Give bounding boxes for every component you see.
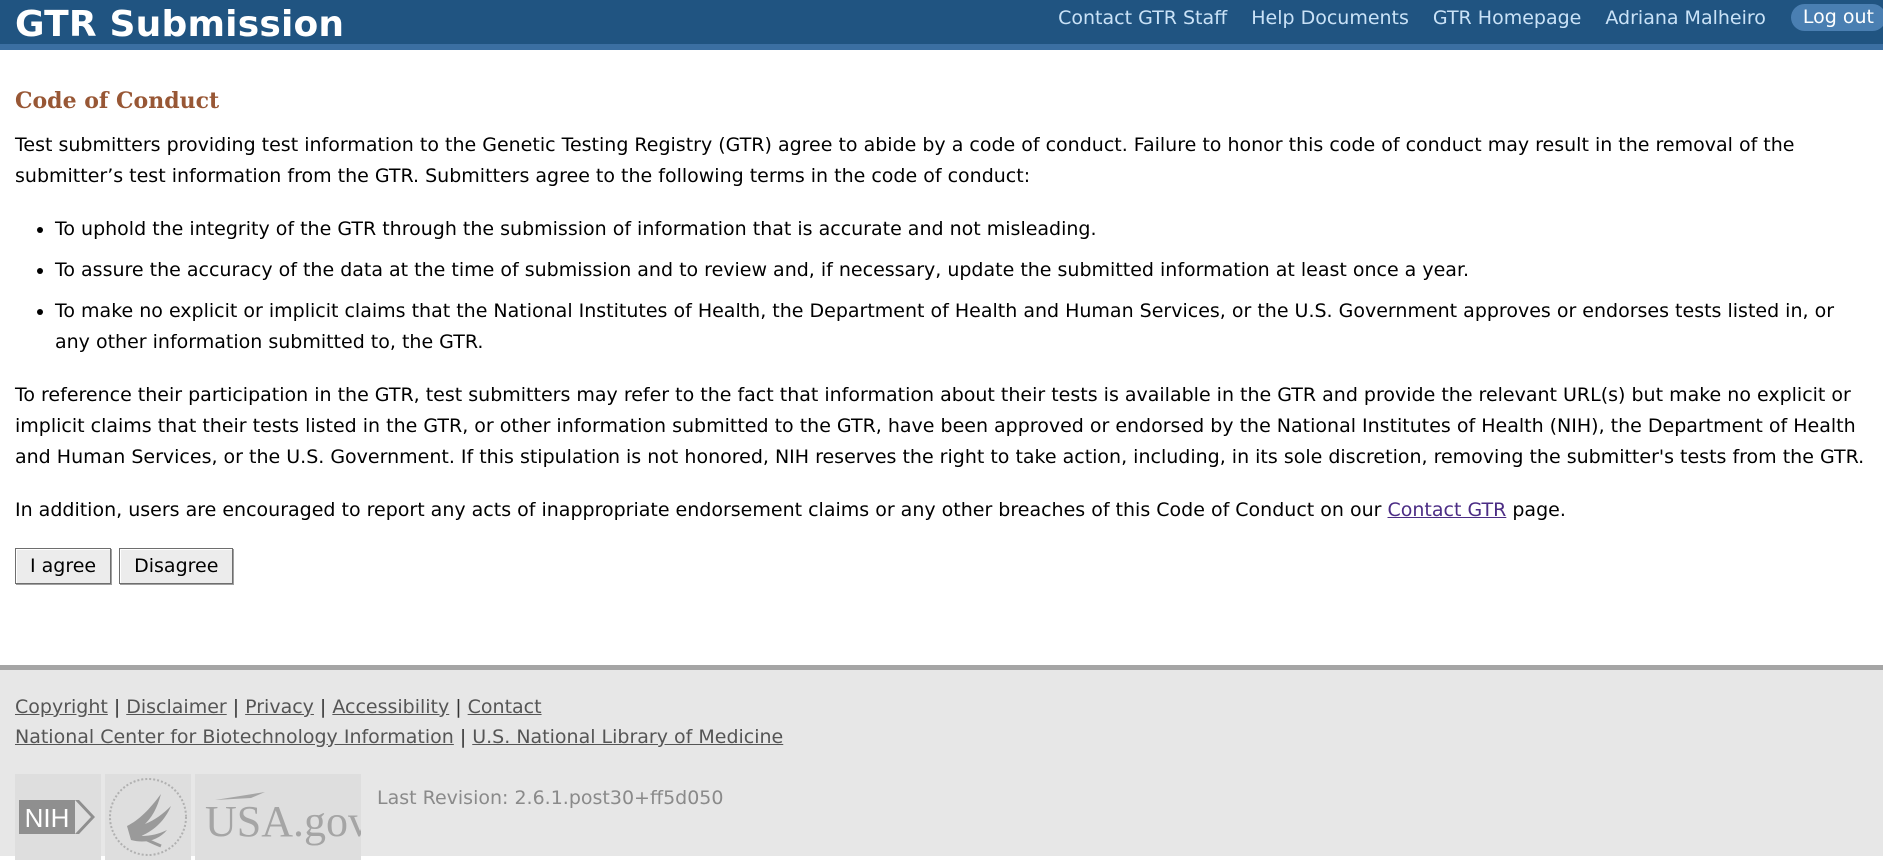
- nih-logo-text: NIH: [25, 803, 70, 833]
- link-separator: |: [455, 696, 462, 718]
- agree-button[interactable]: I agree: [15, 548, 112, 584]
- site-header: GTR Submission Contact GTR Staff Help Do…: [0, 0, 1883, 50]
- footer-links-row-1: Copyright | Disclaimer | Privacy | Accessibili…: [15, 692, 783, 722]
- logout-button[interactable]: Log out: [1790, 4, 1883, 31]
- page-title: Code of Conduct: [15, 88, 220, 114]
- link-separator: |: [232, 696, 240, 718]
- ncbi-link[interactable]: National Center for Biotechnology Inform…: [15, 726, 454, 748]
- footer-logos: NIH USA.gov: [15, 774, 361, 860]
- copyright-link[interactable]: Copyright: [15, 696, 108, 718]
- nih-logo[interactable]: NIH: [15, 774, 101, 860]
- hhs-eagle-icon: [109, 778, 187, 856]
- nih-logo-icon: NIH: [19, 800, 95, 834]
- report-text-suffix: page.: [1506, 499, 1566, 521]
- site-footer: Copyright | Disclaimer | Privacy | Accessibili…: [0, 665, 1883, 860]
- contact-gtr-link[interactable]: Contact GTR: [1388, 499, 1507, 521]
- disagree-button[interactable]: Disagree: [119, 548, 234, 584]
- user-name: Adriana Malheiro: [1605, 6, 1766, 29]
- help-documents-link[interactable]: Help Documents: [1251, 7, 1409, 29]
- reference-paragraph: To reference their participation in the …: [15, 384, 1865, 468]
- footer-links-row-2: National Center for Biotechnology Inform…: [15, 722, 783, 752]
- privacy-link[interactable]: Privacy: [245, 696, 314, 718]
- contact-gtr-staff-link[interactable]: Contact GTR Staff: [1058, 7, 1227, 29]
- intro-paragraph: Test submitters providing test informati…: [15, 134, 1795, 187]
- disclaimer-link[interactable]: Disclaimer: [126, 696, 226, 718]
- hhs-logo[interactable]: [105, 774, 191, 860]
- list-item: To assure the accuracy of the data at th…: [55, 255, 1865, 286]
- gtr-homepage-link[interactable]: GTR Homepage: [1433, 7, 1581, 29]
- agreement-buttons: I agree Disagree: [15, 548, 1865, 584]
- link-separator: |: [459, 726, 467, 748]
- link-separator: |: [319, 696, 327, 718]
- usa-gov-logo-text: USA.gov: [205, 797, 361, 846]
- footer-links: Copyright | Disclaimer | Privacy | Accessibili…: [15, 692, 783, 752]
- contact-link[interactable]: Contact: [468, 696, 542, 718]
- header-nav: Contact GTR Staff Help Documents GTR Hom…: [1058, 4, 1883, 31]
- report-paragraph: In addition, users are encouraged to rep…: [15, 495, 1865, 526]
- site-title: GTR Submission: [15, 4, 345, 45]
- usa-gov-logo[interactable]: USA.gov: [195, 774, 361, 860]
- accessibility-link[interactable]: Accessibility: [332, 696, 449, 718]
- nlm-link[interactable]: U.S. National Library of Medicine: [472, 726, 783, 748]
- main-content: Code of Conduct Test submitters providin…: [15, 86, 1865, 584]
- revision-text: Last Revision: 2.6.1.post30+ff5d050: [377, 787, 724, 809]
- list-item: To make no explicit or implicit claims t…: [55, 296, 1865, 358]
- list-item: To uphold the integrity of the GTR throu…: [55, 214, 1865, 245]
- link-separator: |: [113, 696, 121, 718]
- report-text-prefix: In addition, users are encouraged to rep…: [15, 499, 1388, 521]
- usa-gov-logo-icon: USA.gov: [205, 792, 361, 846]
- terms-list: To uphold the integrity of the GTR throu…: [15, 214, 1865, 358]
